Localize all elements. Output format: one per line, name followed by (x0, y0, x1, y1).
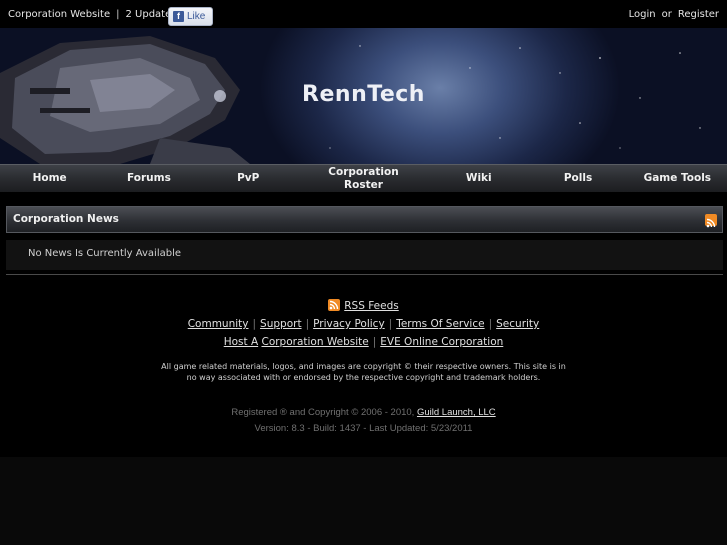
footer-host-row: Host A Corporation Website | EVE Online Co… (0, 336, 727, 348)
nav-item-forums[interactable]: Forums (99, 165, 198, 192)
pipe-separator: | (388, 318, 393, 330)
corporation-news-header: Corporation News (6, 206, 723, 233)
top-bar-left: Corporation Website | 2 Updates (8, 9, 176, 20)
site-banner: RennTech (0, 28, 727, 164)
no-news-message: No News Is Currently Available (28, 248, 182, 259)
nav-item-pvp[interactable]: PvP (199, 165, 298, 192)
terms-of-service-link[interactable]: Terms Of Service (396, 318, 484, 330)
or-text: or (661, 9, 672, 20)
support-link[interactable]: Support (260, 318, 302, 330)
top-bar: Corporation Website | 2 Updates f Like L… (0, 0, 727, 28)
nav-item-home[interactable]: Home (0, 165, 99, 192)
host-a-link[interactable]: Host A (224, 336, 258, 348)
pipe-separator: | (372, 336, 377, 348)
rss-feeds-row: RSS Feeds (0, 299, 727, 312)
facebook-icon: f (173, 11, 184, 22)
site-title: RennTech (302, 82, 425, 107)
pipe-separator: | (488, 318, 493, 330)
facebook-like-button[interactable]: f Like (168, 7, 213, 26)
top-bar-separator: | (116, 9, 120, 20)
eve-online-corporation-link[interactable]: EVE Online Corporation (380, 336, 503, 348)
nav-item-polls[interactable]: Polls (528, 165, 627, 192)
community-link[interactable]: Community (188, 318, 249, 330)
top-bar-right: Login or Register (629, 9, 719, 20)
corporation-news-title: Corporation News (13, 213, 119, 225)
facebook-like-label: Like (187, 11, 206, 22)
guild-launch-link[interactable]: Guild Launch, LLC (417, 407, 496, 418)
main-navigation: Home Forums PvP Corporation Roster Wiki … (0, 164, 727, 192)
page-bottom (0, 457, 727, 545)
rss-feeds-icon (328, 299, 341, 311)
registered-text: Registered ® and Copyright © 2006 - 2010… (231, 407, 415, 418)
divider (6, 274, 723, 275)
nav-item-wiki[interactable]: Wiki (429, 165, 528, 192)
register-link[interactable]: Register (678, 9, 719, 20)
registered-copyright: Registered ® and Copyright © 2006 - 2010… (0, 407, 727, 418)
version-info: Version: 8.3 - Build: 1437 - Last Update… (254, 423, 473, 434)
copyright-notice: All game related materials, logos, and i… (161, 362, 566, 382)
footer-links-row: Community | Support | Privacy Policy | Terms O… (0, 318, 727, 330)
rss-feeds-link[interactable]: RSS Feeds (344, 300, 398, 312)
footer-corporation-website-link[interactable]: Corporation Website (261, 336, 368, 348)
corporation-website-link[interactable]: Corporation Website (8, 9, 110, 20)
rss-icon[interactable] (705, 214, 717, 228)
privacy-policy-link[interactable]: Privacy Policy (313, 318, 385, 330)
nav-item-game-tools[interactable]: Game Tools (628, 165, 727, 192)
pipe-separator: | (305, 318, 310, 330)
corporation-news-body: No News Is Currently Available (6, 240, 723, 270)
security-link[interactable]: Security (496, 318, 539, 330)
login-link[interactable]: Login (629, 9, 656, 20)
nav-item-corporation-roster[interactable]: Corporation Roster (298, 165, 429, 192)
pipe-separator: | (252, 318, 257, 330)
